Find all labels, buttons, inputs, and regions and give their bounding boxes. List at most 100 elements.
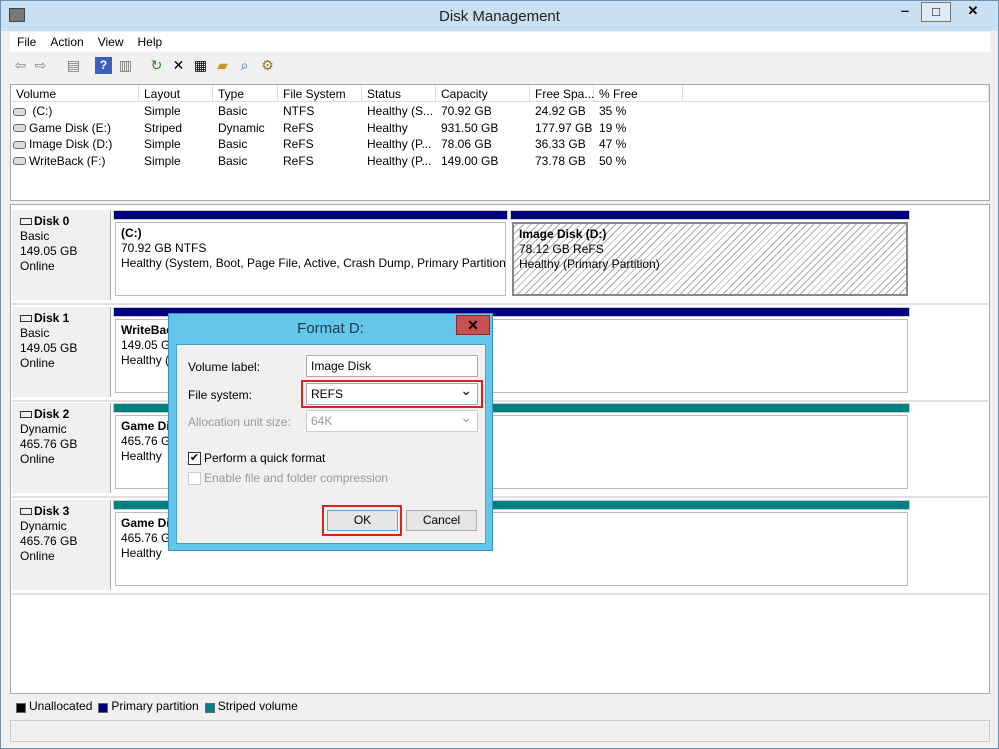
- partition-bar: [113, 210, 508, 220]
- table-cell: 73.78 GB: [535, 153, 586, 170]
- disk-state: Online: [20, 452, 55, 466]
- menu-file[interactable]: File: [10, 32, 43, 52]
- table-cell: Healthy: [367, 120, 408, 137]
- back-icon[interactable]: ⇦: [12, 57, 29, 74]
- maximize-button[interactable]: □: [921, 2, 951, 22]
- disk-size: 465.76 GB: [20, 534, 78, 548]
- disk-management-window: Disk Management ‒ □ ✕ File Action View Help…: [0, 0, 999, 749]
- cell-text: 70.92 GB: [441, 104, 492, 118]
- action-pane-icon[interactable]: ▥: [117, 57, 134, 74]
- partition-info: 70.92 GB NTFS: [121, 241, 207, 255]
- delete-icon[interactable]: ✕: [170, 57, 187, 74]
- close-button[interactable]: ✕: [953, 2, 993, 22]
- menu-bar: File Action View Help: [10, 32, 990, 52]
- allocation-unit-label: Allocation unit size:: [188, 415, 291, 429]
- menu-view[interactable]: View: [91, 32, 131, 52]
- column-header[interactable]: Layout: [139, 85, 213, 102]
- volume-label-input[interactable]: Image Disk: [306, 355, 478, 377]
- disk-name-text: Disk 0: [34, 214, 70, 228]
- table-cell: Striped: [144, 120, 182, 137]
- quick-format-checkbox[interactable]: ✔ Perform a quick format: [188, 451, 325, 466]
- table-cell: Game Disk (E:): [13, 120, 111, 137]
- partition-status: Healthy (System, Boot, Page File, Active…: [121, 256, 506, 270]
- forward-icon[interactable]: ⇨: [32, 57, 49, 74]
- open-icon[interactable]: ▰: [214, 57, 231, 74]
- compression-label: Enable file and folder compression: [204, 471, 389, 485]
- column-header[interactable]: Capacity: [436, 85, 530, 102]
- table-cell: 931.50 GB: [441, 120, 498, 137]
- help-icon[interactable]: ?: [95, 57, 112, 74]
- file-system-value: REFS: [311, 387, 344, 401]
- cell-text: 19 %: [599, 120, 627, 135]
- volume-icon: [13, 140, 26, 149]
- status-bar: [10, 720, 990, 742]
- refresh-icon[interactable]: ↻: [148, 57, 165, 74]
- table-row[interactable]: Image Disk (D:) Simple Basic ReFS Healthy (P…: [11, 136, 989, 153]
- column-header[interactable]: Free Spa...: [530, 85, 594, 102]
- disk-name-text: Disk 1: [34, 311, 70, 325]
- window-title: Disk Management: [439, 8, 560, 25]
- table-cell: 78.06 GB: [441, 136, 492, 153]
- cell-text: 47 %: [599, 137, 627, 151]
- allocation-unit-value: 64K: [311, 414, 333, 428]
- volume-label-label: Volume label:: [188, 360, 261, 374]
- format-dialog: Format D: ✕ Volume label: Image Disk Fil…: [168, 313, 493, 551]
- disk-name: Disk 3: [20, 504, 102, 519]
- table-cell: ReFS: [283, 153, 314, 170]
- table-cell: 35 %: [599, 103, 626, 120]
- disk-icon: [20, 508, 32, 515]
- title-bar: Disk Management ‒ □ ✕: [1, 1, 998, 31]
- ok-button[interactable]: OK: [327, 510, 398, 531]
- disk-name: Disk 0: [20, 214, 102, 229]
- disk-type: Basic: [20, 326, 50, 340]
- dialog-body: Volume label: Image Disk File system: RE…: [176, 344, 486, 544]
- column-header[interactable]: File System: [278, 85, 362, 102]
- partition-info: 78.12 GB ReFS: [519, 242, 604, 256]
- menu-action[interactable]: Action: [43, 32, 90, 52]
- table-row[interactable]: (C:) Simple Basic NTFS Healthy (S... 70.92 GB…: [11, 103, 989, 120]
- legend-swatch: [204, 702, 215, 713]
- column-header[interactable]: % Free: [594, 85, 683, 102]
- partition[interactable]: (C:) 70.92 GB NTFS Healthy (System, Boot, …: [113, 210, 508, 298]
- table-cell: Healthy (P...: [367, 136, 431, 153]
- cell-text: 36.33 GB: [535, 137, 586, 151]
- checkmark-icon: ✔: [188, 452, 201, 466]
- disk-separator: [12, 593, 988, 595]
- disk-icon: [20, 315, 32, 322]
- cell-text: Game Disk (E:): [29, 120, 112, 135]
- disk-graphical-view: Disk 0 Basic 149.05 GB Online (C:) 70.92 GB N…: [10, 204, 990, 694]
- disk-label[interactable]: Disk 1 Basic 149.05 GB Online: [12, 307, 111, 397]
- partition[interactable]: Image Disk (D:) 78.12 GB ReFS Healthy (Pri…: [510, 210, 910, 298]
- console-tree-icon[interactable]: ▤: [65, 57, 82, 74]
- table-row[interactable]: Game Disk (E:) Striped Dynamic ReFS Healthy 9…: [11, 120, 989, 137]
- search-icon[interactable]: ⌕: [236, 57, 253, 74]
- cancel-button[interactable]: Cancel: [406, 510, 477, 531]
- volume-icon: [13, 107, 26, 116]
- minimize-button[interactable]: ‒: [890, 2, 920, 22]
- file-system-select[interactable]: REFS: [306, 382, 478, 405]
- disk-separator: [12, 496, 988, 498]
- properties-icon[interactable]: ▦: [192, 57, 209, 74]
- column-header[interactable]: Type: [213, 85, 278, 102]
- settings-icon[interactable]: ⚙: [259, 57, 276, 74]
- column-header[interactable]: Volume: [11, 85, 139, 102]
- menu-help[interactable]: Help: [131, 32, 170, 52]
- cell-text: Striped: [144, 120, 183, 135]
- table-cell: ReFS: [283, 136, 314, 153]
- allocation-unit-select[interactable]: 64K: [306, 409, 478, 432]
- compression-checkbox[interactable]: Enable file and folder compression: [188, 471, 389, 486]
- disk-label[interactable]: Disk 2 Dynamic 465.76 GB Online: [12, 403, 111, 493]
- cell-text: 931.50 GB: [441, 120, 499, 135]
- cell-text: Simple: [144, 137, 181, 151]
- disk-type: Dynamic: [20, 519, 67, 533]
- disk-separator: [12, 400, 988, 402]
- disk-separator: [12, 303, 988, 305]
- column-header[interactable]: Status: [362, 85, 436, 102]
- disk-label[interactable]: Disk 0 Basic 149.05 GB Online: [12, 210, 111, 300]
- dialog-close-button[interactable]: ✕: [456, 315, 490, 335]
- disk-label[interactable]: Disk 3 Dynamic 465.76 GB Online: [12, 500, 111, 590]
- disk-name-text: Disk 2: [34, 407, 70, 421]
- table-row[interactable]: WriteBack (F:) Simple Basic ReFS Healthy (P.…: [11, 153, 989, 170]
- disk-type: Basic: [20, 229, 50, 243]
- table-cell: Simple: [144, 153, 181, 170]
